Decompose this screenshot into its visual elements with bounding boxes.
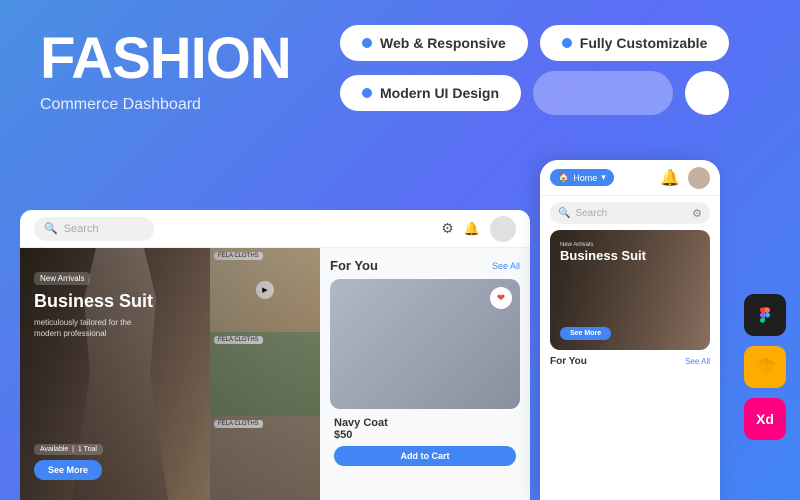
mobile-home-button[interactable]: 🏠 Home ▾ <box>550 169 614 186</box>
available-badge: Available | 1 Trial <box>34 444 103 455</box>
available-text: Available <box>40 446 68 453</box>
mobile-for-you-header: For You See All <box>550 356 710 367</box>
mobile-banner-text: New Arrivals Business Suit <box>560 242 646 264</box>
tool-icons: Xd <box>744 294 786 440</box>
for-you-see-all[interactable]: See All <box>492 261 520 271</box>
bell-icon[interactable]: 🔔 <box>464 221 480 237</box>
banner-title: Business Suit <box>34 291 154 313</box>
search-placeholder: Search <box>64 223 99 235</box>
mobile-nav-icons: 🔔 <box>660 167 710 189</box>
xd-label: Xd <box>756 411 774 427</box>
xd-icon: Xd <box>744 398 786 440</box>
badge-dot-2 <box>562 38 572 48</box>
mobile-for-you: For You See All <box>540 356 720 367</box>
card-info: Navy Coat $50 Add to Cart <box>330 417 520 466</box>
mobile-bell-icon: 🔔 <box>660 168 680 188</box>
badge-fully-customizable-label: Fully Customizable <box>580 35 708 51</box>
desktop-screen: 🔍 Search ⚙ 🔔 New Arr <box>20 210 530 500</box>
badge-row-1: Web & Responsive Fully Customizable <box>340 25 729 61</box>
home-label: Home <box>573 173 597 183</box>
background: FASHION Commerce Dashboard Web & Respons… <box>0 0 800 500</box>
search-icon: 🔍 <box>44 222 58 235</box>
badge-modern-ui: Modern UI Design <box>340 75 521 111</box>
mobile-banner: New Arrivals Business Suit See More <box>550 230 710 350</box>
screens-area: 🔍 Search ⚙ 🔔 New Arr <box>0 160 800 500</box>
search-bar[interactable]: 🔍 Search <box>34 217 154 241</box>
app-subtitle: Commerce Dashboard <box>40 96 291 114</box>
mobile-nav: 🏠 Home ▾ 🔔 <box>540 160 720 196</box>
badges-area: Web & Responsive Fully Customizable Mode… <box>340 25 729 115</box>
title-area: FASHION Commerce Dashboard <box>40 30 291 114</box>
banner-tag: New Arrivals <box>34 272 90 285</box>
figma-icon <box>744 294 786 336</box>
banner-text: New Arrivals Business Suit meticulously … <box>34 268 154 339</box>
badge-row-2: Modern UI Design <box>340 71 729 115</box>
for-you-card: ❤ <box>330 279 520 409</box>
badge-web-responsive: Web & Responsive <box>340 25 528 61</box>
badge-fully-customizable: Fully Customizable <box>540 25 730 61</box>
for-you-section-title: For You See All <box>330 258 520 273</box>
dropdown-icon: ▾ <box>601 172 606 183</box>
badge-empty <box>533 71 673 115</box>
mobile-search-placeholder: Search <box>575 208 607 219</box>
mobile-search-icon: 🔍 <box>558 208 570 219</box>
mobile-for-you-title: For You <box>550 356 587 367</box>
add-to-cart-button[interactable]: Add to Cart <box>334 446 516 466</box>
trial-text: 1 Trial <box>78 446 97 453</box>
avatar <box>490 216 516 242</box>
filter-icon[interactable]: ⚙ <box>441 220 454 237</box>
heart-icon[interactable]: ❤ <box>490 287 512 309</box>
right-panel: For You See All ❤ Navy Coat $50 Add to C… <box>320 248 530 500</box>
badge-web-responsive-label: Web & Responsive <box>380 35 506 51</box>
for-you-title: For You <box>330 258 378 273</box>
screen-content: New Arrivals Business Suit meticulously … <box>20 248 530 500</box>
mobile-for-you-see-all[interactable]: See All <box>685 357 710 366</box>
sketch-icon <box>744 346 786 388</box>
main-banner: New Arrivals Business Suit meticulously … <box>20 248 320 500</box>
mobile-see-more-button[interactable]: See More <box>560 327 611 340</box>
mobile-banner-title: Business Suit <box>560 248 646 264</box>
mobile-banner-tag: New Arrivals <box>560 242 646 248</box>
mobile-search-bar[interactable]: 🔍 Search ⚙ <box>550 202 710 224</box>
badge-dot <box>362 38 372 48</box>
badge-circle <box>685 71 729 115</box>
card-name: Navy Coat <box>334 417 516 429</box>
screen-header: 🔍 Search ⚙ 🔔 <box>20 210 530 248</box>
card-price: $50 <box>334 429 516 441</box>
mobile-screen: 🏠 Home ▾ 🔔 🔍 Search ⚙ New Arrivals <box>540 160 720 500</box>
header-icons: ⚙ 🔔 <box>441 216 516 242</box>
mobile-avatar <box>688 167 710 189</box>
badge-modern-ui-label: Modern UI Design <box>380 85 499 101</box>
badge-dot-3 <box>362 88 372 98</box>
home-icon: 🏠 <box>558 172 569 183</box>
banner-description: meticulously tailored for the modern pro… <box>34 317 154 339</box>
see-more-button[interactable]: See More <box>34 460 102 480</box>
app-title: FASHION <box>40 30 291 88</box>
mobile-filter-icon[interactable]: ⚙ <box>692 207 702 220</box>
